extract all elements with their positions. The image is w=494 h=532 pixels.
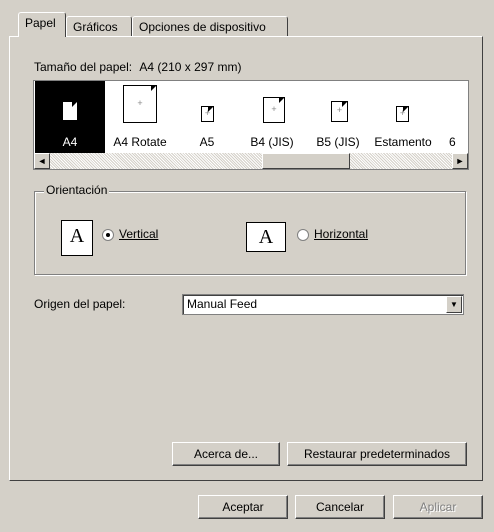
tab-opciones-dispositivo[interactable]: Opciones de dispositivo	[132, 16, 288, 36]
vertical-label[interactable]: Vertical	[119, 227, 158, 241]
ok-button-label: Aceptar	[222, 500, 264, 514]
cancel-button[interactable]: Cancelar	[295, 495, 385, 519]
chevron-down-icon[interactable]: ▼	[446, 296, 462, 313]
paper-item-6[interactable]: 6	[439, 81, 468, 155]
vertical-radio[interactable]	[102, 229, 114, 241]
restore-defaults-button[interactable]: Restaurar predeterminados	[287, 442, 467, 466]
scroll-right-icon[interactable]: ►	[452, 153, 468, 169]
paper-item-label: B4 (JIS)	[250, 135, 294, 149]
paper-b5-icon: +	[331, 101, 348, 122]
restore-button-label: Restaurar predeterminados	[303, 447, 451, 461]
paper-item-label: B5 (JIS)	[316, 135, 360, 149]
paper-item-label: Estamento	[374, 135, 432, 149]
paper-a4-icon: +	[62, 101, 78, 121]
cancel-button-label: Cancelar	[315, 500, 365, 514]
paper-size-label: Tamaño del papel:	[34, 60, 133, 74]
paper-a4-rotate-icon: +	[123, 85, 157, 123]
tab-opciones-label: Opciones de dispositivo	[139, 20, 266, 34]
paper-list-scrollbar[interactable]: ◄ ►	[34, 153, 468, 169]
paper-item-a4-rotate[interactable]: + A4 Rotate	[105, 81, 175, 155]
tab-papel-label: Papel	[25, 16, 56, 30]
about-button-label: Acerca de...	[193, 447, 259, 461]
paper-size-heading: Tamaño del papel: A4 (210 x 297 mm)	[34, 60, 241, 74]
paper-item-a4[interactable]: + A4	[35, 81, 105, 155]
scroll-left-icon[interactable]: ◄	[34, 153, 50, 169]
horizontal-label[interactable]: Horizontal	[314, 227, 368, 241]
apply-button[interactable]: Aplicar	[393, 495, 483, 519]
paper-estamento-icon: +	[396, 106, 409, 122]
paper-source-select[interactable]: Manual Feed ▼	[182, 294, 464, 315]
landscape-letter: A	[258, 226, 274, 248]
tab-graficos[interactable]: Gráficos	[66, 16, 132, 36]
paper-size-value: A4 (210 x 297 mm)	[139, 60, 242, 74]
apply-button-label: Aplicar	[419, 500, 457, 514]
tab-papel[interactable]: Papel	[18, 12, 66, 37]
paper-item-a5[interactable]: + A5	[181, 81, 233, 155]
paper-a5-icon: +	[201, 106, 214, 122]
paper-item-b5-jis[interactable]: + B5 (JIS)	[309, 81, 367, 155]
paper-item-label: A5	[199, 135, 215, 149]
tab-graficos-label: Gráficos	[73, 20, 118, 34]
paper-item-label: A4 Rotate	[113, 135, 167, 149]
paper-source-label: Origen del papel:	[34, 297, 126, 311]
landscape-page-icon: A	[246, 222, 286, 252]
paper-source-value: Manual Feed	[187, 297, 258, 311]
horizontal-radio[interactable]	[297, 229, 309, 241]
orientation-title: Orientación	[44, 183, 110, 197]
portrait-page-icon: A	[61, 220, 93, 256]
paper-item-estamento[interactable]: + Estamento	[367, 81, 439, 155]
ok-button[interactable]: Aceptar	[198, 495, 288, 519]
paper-item-label: A4	[62, 135, 78, 149]
about-button[interactable]: Acerca de...	[172, 442, 280, 466]
paper-size-list[interactable]: + A4 + A4 Rotate + A5 + B4 (JIS) + B5 (J…	[33, 80, 469, 170]
paper-b4-icon: +	[263, 97, 285, 123]
portrait-letter: A	[69, 225, 85, 247]
paper-item-b4-jis[interactable]: + B4 (JIS)	[243, 81, 301, 155]
scroll-thumb[interactable]	[262, 153, 350, 169]
paper-item-label: 6	[449, 135, 456, 149]
